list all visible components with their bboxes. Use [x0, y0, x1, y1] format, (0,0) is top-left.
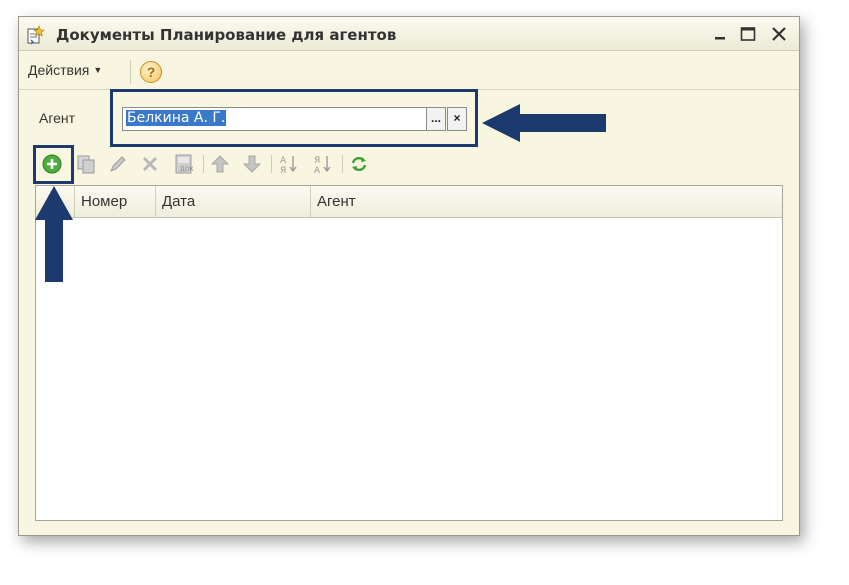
close-button[interactable] — [768, 23, 790, 45]
table-header: Номер Дата Агент — [36, 186, 782, 218]
sort-desc-button[interactable]: Я A — [312, 153, 334, 175]
delete-button[interactable] — [139, 153, 161, 175]
svg-text:Я: Я — [280, 166, 286, 175]
sort-desc-icon: Я A — [314, 156, 331, 175]
document-star-icon — [27, 25, 45, 45]
column-header-number[interactable]: Номер — [74, 186, 155, 218]
close-icon — [772, 27, 786, 41]
column-header-agent[interactable]: Агент — [310, 186, 782, 218]
agent-field-highlight — [110, 89, 478, 147]
refresh-icon — [351, 156, 367, 172]
arrow-up-icon — [35, 186, 73, 282]
help-icon[interactable]: ? — [140, 61, 162, 83]
column-header-date[interactable]: Дата — [155, 186, 310, 218]
minimize-icon — [715, 37, 725, 40]
agent-label: Агент — [39, 110, 76, 126]
window-title: Документы Планирование для агентов — [56, 26, 397, 44]
sort-asc-button[interactable]: A Я — [278, 153, 300, 175]
list-toolbar: ДОК A Я Я A — [35, 151, 415, 177]
svg-text:A: A — [314, 166, 321, 175]
toolbar-separator — [271, 155, 272, 173]
move-down-button[interactable] — [241, 153, 263, 175]
maximize-icon — [740, 27, 756, 41]
menu-bar: Действия ▼ ? — [19, 52, 799, 90]
move-down-icon — [242, 155, 262, 173]
maximize-button[interactable] — [737, 23, 759, 45]
chevron-down-icon: ▼ — [93, 65, 103, 75]
actions-menu-label: Действия — [28, 62, 90, 78]
delete-icon — [142, 156, 158, 172]
add-button-highlight — [33, 145, 74, 184]
documents-table[interactable]: Номер Дата Агент — [35, 185, 783, 521]
sort-asc-icon: A Я — [280, 156, 297, 175]
svg-text:Я: Я — [314, 156, 320, 166]
copy-button[interactable] — [75, 153, 97, 175]
actions-menu[interactable]: Действия ▼ — [28, 62, 102, 78]
refresh-button[interactable] — [348, 153, 370, 175]
menu-separator — [130, 60, 131, 84]
copy-icon — [77, 155, 95, 174]
svg-text:A: A — [280, 156, 287, 166]
svg-text:ДОК: ДОК — [180, 166, 194, 173]
title-bar: Документы Планирование для агентов — [19, 17, 799, 51]
toolbar-separator — [203, 155, 204, 173]
edit-button[interactable] — [107, 153, 129, 175]
minimize-button[interactable] — [709, 23, 731, 45]
arrow-left-icon — [482, 104, 606, 142]
post-button[interactable]: ДОК — [173, 153, 195, 175]
edit-icon — [110, 156, 126, 172]
move-up-button[interactable] — [209, 153, 231, 175]
move-up-icon — [210, 155, 230, 173]
toolbar-separator — [342, 155, 343, 173]
post-icon: ДОК — [175, 154, 194, 174]
